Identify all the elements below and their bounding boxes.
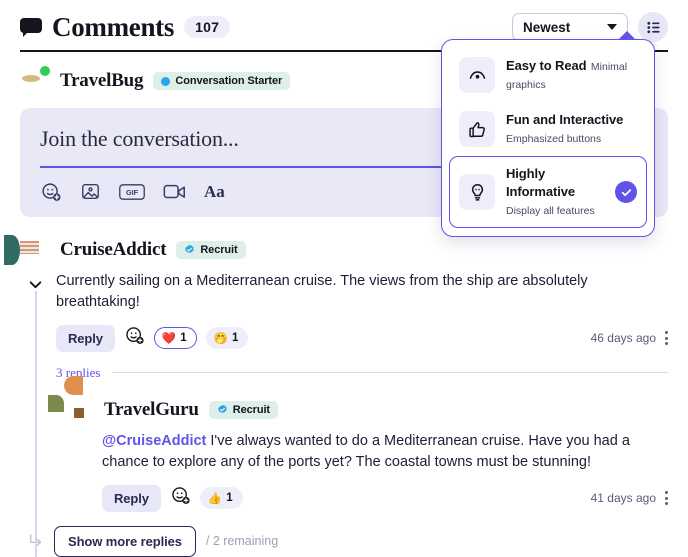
reaction-count: 1	[180, 332, 187, 344]
reaction-emoji: 👍	[207, 491, 223, 505]
header-right: Newest	[512, 12, 668, 42]
composer-username: TravelBug	[60, 70, 144, 91]
comment-actions: Reply ❤️ 1 🤭 1 46 days ago	[56, 324, 668, 352]
image-icon[interactable]	[80, 181, 101, 202]
reaction-chip[interactable]: 👍 1	[199, 487, 243, 509]
chevron-down-icon	[607, 24, 617, 30]
avatar	[4, 234, 50, 265]
show-more-replies-button[interactable]: Show more replies	[54, 525, 196, 557]
replies-summary: 3 replies	[56, 365, 668, 381]
reply-button[interactable]: Reply	[102, 484, 161, 512]
badge-dot-icon	[161, 76, 171, 86]
list-settings-icon	[646, 21, 660, 33]
menu-item-text: Easy to Read Minimal graphics	[506, 57, 637, 93]
reply-timestamp: 41 days ago	[590, 491, 656, 505]
comment-username: CruiseAddict	[60, 238, 167, 260]
verified-icon	[218, 404, 227, 414]
kebab-menu-icon[interactable]	[665, 331, 668, 345]
menu-item-title: Fun and Interactive	[506, 112, 624, 127]
menu-item-highly-informative[interactable]: Highly Informative Display all features	[449, 156, 647, 228]
sort-dropdown-value: Newest	[523, 19, 571, 35]
menu-item-easy-to-read[interactable]: Easy to Read Minimal graphics	[449, 48, 647, 102]
recruit-badge: Recruit	[208, 400, 278, 419]
menu-item-subtitle: Display all features	[506, 205, 595, 217]
selected-check-icon	[615, 181, 637, 203]
eye-icon	[459, 57, 495, 93]
text-format-icon[interactable]: Aa	[204, 182, 225, 202]
reply-body: @CruiseAddict I've always wanted to do a…	[102, 431, 668, 512]
reply-username: TravelGuru	[104, 398, 199, 420]
online-status-dot	[39, 65, 51, 77]
comment-bubble-icon	[20, 18, 42, 37]
svg-text:GIF: GIF	[126, 188, 139, 197]
badge-label: Recruit	[232, 403, 270, 416]
gif-icon[interactable]: GIF	[119, 183, 145, 201]
menu-item-subtitle: Emphasized buttons	[506, 133, 602, 145]
header-left: Comments 107	[20, 11, 231, 43]
emoji-add-icon[interactable]	[170, 485, 191, 511]
verified-icon	[185, 244, 195, 254]
video-icon[interactable]	[163, 182, 186, 201]
menu-item-title: Highly Informative	[506, 166, 575, 199]
reply-button[interactable]: Reply	[56, 324, 115, 352]
comment-text: Currently sailing on a Mediterranean cru…	[56, 272, 588, 310]
comment-body: Currently sailing on a Mediterranean cru…	[56, 271, 668, 352]
lightbulb-icon	[459, 174, 495, 210]
nested-reply: TravelGuru Recruit @CruiseAddict I've al…	[48, 375, 668, 512]
reply-header: TravelGuru Recruit	[48, 375, 668, 425]
reaction-count: 1	[226, 492, 233, 504]
comment-thread: CruiseAddict Recruit Currently sailing o…	[4, 234, 668, 557]
thread-connector-line	[35, 290, 37, 557]
conversation-starter-badge: Conversation Starter	[153, 72, 291, 90]
comment-timestamp: 46 days ago	[590, 331, 656, 345]
view-mode-button[interactable]	[638, 12, 668, 42]
reaction-chip[interactable]: ❤️ 1	[153, 327, 197, 349]
menu-item-text: Highly Informative Display all features	[506, 165, 604, 219]
emoji-add-icon[interactable]	[40, 181, 62, 203]
kebab-menu-icon[interactable]	[665, 491, 668, 505]
avatar	[48, 375, 94, 425]
comment-meta: 46 days ago	[591, 331, 668, 345]
recruit-badge: Recruit	[176, 240, 246, 259]
menu-item-title: Easy to Read	[506, 58, 587, 73]
replies-divider	[112, 372, 668, 373]
reply-text: @CruiseAddict I've always wanted to do a…	[102, 431, 668, 473]
thumbs-up-icon	[459, 111, 495, 147]
reaction-emoji: 🤭	[213, 331, 228, 345]
avatar	[20, 65, 51, 96]
comment-count-badge: 107	[184, 16, 231, 38]
comments-header: Comments 107 Newest	[0, 0, 688, 44]
emoji-add-icon[interactable]	[124, 325, 145, 351]
menu-pointer	[618, 31, 636, 40]
page-title: Comments	[52, 11, 175, 42]
badge-label: Conversation Starter	[175, 75, 283, 87]
reply-actions: Reply 👍 1 41 days ago	[102, 484, 668, 512]
view-mode-menu: Easy to Read Minimal graphics Fun and In…	[441, 31, 655, 237]
collapse-thread-icon[interactable]	[29, 276, 42, 288]
reaction-emoji: ❤️	[161, 331, 177, 345]
sort-dropdown[interactable]: Newest	[512, 13, 628, 41]
menu-item-fun-and-interactive[interactable]: Fun and Interactive Emphasized buttons	[449, 102, 647, 156]
remaining-replies-label: / 2 remaining	[205, 534, 279, 548]
mention-link[interactable]: @CruiseAddict	[102, 433, 206, 449]
reaction-count: 1	[231, 332, 239, 344]
comment-header: CruiseAddict Recruit	[4, 234, 668, 265]
show-more-replies-row: Show more replies / 2 remaining	[28, 525, 668, 557]
reaction-chip[interactable]: 🤭 1	[205, 327, 249, 349]
badge-label: Recruit	[200, 243, 238, 256]
menu-item-text: Fun and Interactive Emphasized buttons	[506, 111, 637, 147]
reply-meta: 41 days ago	[591, 491, 668, 505]
